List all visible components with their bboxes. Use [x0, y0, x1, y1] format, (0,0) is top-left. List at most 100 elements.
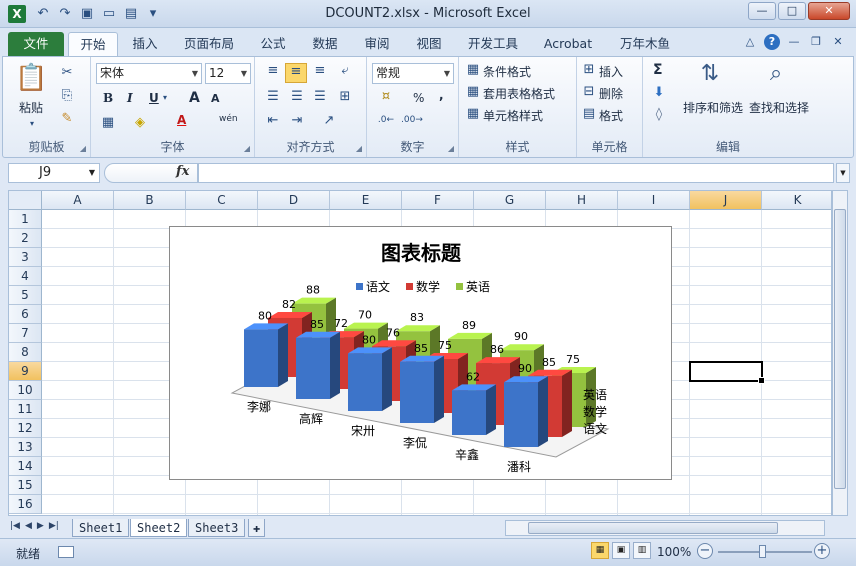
- clear-icon[interactable]: ◊: [651, 107, 667, 122]
- macro-record-icon[interactable]: [58, 546, 74, 558]
- worksheet-grid[interactable]: ABCDEFGHIJK 1 2 3 4 5 6 7 8 9 10 11 12 13 14 15 16 图表标题…: [8, 190, 832, 516]
- chart-title[interactable]: 图表标题: [381, 241, 462, 265]
- cell-styles-button[interactable]: 单元格样式: [483, 107, 543, 124]
- number-format-select[interactable]: 常规 ▼: [372, 63, 454, 84]
- comma-button[interactable]: ,: [439, 88, 444, 102]
- currency-icon[interactable]: ¤: [375, 89, 397, 104]
- align-center-icon[interactable]: ☰: [287, 89, 307, 104]
- column-header-e[interactable]: E: [330, 191, 402, 210]
- tab-formulas[interactable]: 公式: [252, 32, 294, 56]
- row-header-13[interactable]: 13: [9, 438, 42, 457]
- borders-icon[interactable]: ▦: [99, 115, 117, 130]
- chart-bar[interactable]: [400, 355, 444, 423]
- orientation-icon[interactable]: ↗: [319, 113, 339, 128]
- tab-insert[interactable]: 插入: [124, 32, 166, 56]
- shrink-font-button[interactable]: A: [211, 92, 220, 105]
- last-sheet-icon[interactable]: ▶|: [49, 521, 59, 531]
- tab-acrobat[interactable]: Acrobat: [536, 32, 600, 56]
- row-header-7[interactable]: 7: [9, 324, 42, 343]
- tab-data[interactable]: 数据: [304, 32, 346, 56]
- column-header-d[interactable]: D: [258, 191, 330, 210]
- paste-icon[interactable]: 📋: [15, 63, 47, 97]
- font-size-select[interactable]: 12 ▼: [205, 63, 251, 84]
- column-header-h[interactable]: H: [546, 191, 618, 210]
- column-header-i[interactable]: I: [618, 191, 690, 210]
- sheet-tab-sheet3[interactable]: Sheet3: [188, 519, 246, 537]
- chart-legend[interactable]: 语文 数学 英语: [356, 279, 490, 294]
- find-select-button[interactable]: 查找和选择: [749, 99, 809, 116]
- chart[interactable]: 图表标题 语文 数学 英语 88 70 83 89 90 75 82 72 76 75 86 85 80 85…: [169, 226, 672, 480]
- font-color-button[interactable]: A: [177, 113, 186, 127]
- align-left-icon[interactable]: ☰: [263, 89, 283, 104]
- column-header-c[interactable]: C: [186, 191, 258, 210]
- zoom-level[interactable]: 100%: [657, 545, 691, 559]
- tab-review[interactable]: 审阅: [356, 32, 398, 56]
- doc-close-icon[interactable]: ✕: [830, 34, 846, 50]
- align-middle-icon[interactable]: ≡: [285, 63, 307, 83]
- autosum-button[interactable]: Σ: [653, 62, 663, 78]
- close-button[interactable]: ✕: [808, 2, 850, 20]
- format-button[interactable]: 格式: [599, 107, 623, 124]
- font-name-select[interactable]: 宋体 ▼: [96, 63, 202, 84]
- chart-bar[interactable]: [244, 323, 288, 387]
- doc-minimize-icon[interactable]: —: [786, 34, 802, 50]
- row-header-6[interactable]: 6: [9, 305, 42, 324]
- expand-formula-bar-icon[interactable]: ▼: [836, 163, 850, 183]
- row-header-14[interactable]: 14: [9, 457, 42, 476]
- vertical-scroll-thumb[interactable]: [834, 209, 846, 489]
- next-sheet-icon[interactable]: ▶: [37, 521, 44, 531]
- name-box[interactable]: J9 ▼: [8, 163, 100, 183]
- normal-view-icon[interactable]: ▦: [591, 542, 609, 559]
- row-header-10[interactable]: 10: [9, 381, 42, 400]
- row-header-5[interactable]: 5: [9, 286, 42, 305]
- tab-file[interactable]: 文件: [8, 32, 64, 56]
- alignment-launcher-icon[interactable]: ◢: [356, 144, 362, 153]
- page-layout-view-icon[interactable]: ▣: [612, 542, 630, 559]
- row-header-11[interactable]: 11: [9, 400, 42, 419]
- row-header-4[interactable]: 4: [9, 267, 42, 286]
- select-all-corner[interactable]: [9, 191, 42, 210]
- column-header-j[interactable]: J: [690, 191, 762, 210]
- insert-sheet-icon[interactable]: ✚: [248, 519, 266, 537]
- fill-icon[interactable]: ⬇: [651, 85, 667, 100]
- number-launcher-icon[interactable]: ◢: [448, 144, 454, 153]
- format-painter-icon[interactable]: ✎: [59, 111, 75, 126]
- wrap-text-icon[interactable]: ⤶: [335, 63, 355, 78]
- increase-decimal-icon[interactable]: .0←: [375, 115, 397, 125]
- tab-wannian-muyu[interactable]: 万年木鱼: [610, 32, 680, 56]
- chart-bar[interactable]: [296, 331, 340, 399]
- chart-bar[interactable]: [504, 376, 548, 447]
- fill-color-icon[interactable]: ◈: [131, 115, 149, 130]
- underline-dropdown-icon[interactable]: ▾: [163, 93, 167, 102]
- merge-center-icon[interactable]: ⊞: [335, 89, 355, 104]
- sheet-tab-sheet2[interactable]: Sheet2: [130, 519, 188, 537]
- row-header-3[interactable]: 3: [9, 248, 42, 267]
- paste-dropdown-icon[interactable]: ▾: [30, 119, 34, 128]
- vertical-scrollbar[interactable]: [832, 190, 848, 516]
- conditional-format-button[interactable]: 条件格式: [483, 63, 531, 80]
- page-break-view-icon[interactable]: ▥: [633, 542, 651, 559]
- row-header-9[interactable]: 9: [9, 362, 42, 381]
- clipboard-launcher-icon[interactable]: ◢: [80, 144, 86, 153]
- underline-button[interactable]: U: [149, 91, 159, 105]
- sheet-tab-sheet1[interactable]: Sheet1: [72, 519, 130, 537]
- cut-icon[interactable]: ✂: [59, 65, 75, 80]
- insert-function-button[interactable]: fx: [176, 164, 189, 179]
- font-launcher-icon[interactable]: ◢: [244, 144, 250, 153]
- format-as-table-button[interactable]: 套用表格格式: [483, 85, 555, 102]
- row-header-2[interactable]: 2: [9, 229, 42, 248]
- align-top-icon[interactable]: ≡: [263, 63, 283, 78]
- column-header-k[interactable]: K: [762, 191, 831, 210]
- copy-icon[interactable]: ⎘: [59, 88, 75, 103]
- first-sheet-icon[interactable]: |◀: [10, 521, 20, 531]
- decrease-decimal-icon[interactable]: .00→: [401, 115, 423, 125]
- tab-view[interactable]: 视图: [408, 32, 450, 56]
- align-right-icon[interactable]: ☰: [310, 89, 330, 104]
- grow-font-button[interactable]: A: [189, 90, 200, 106]
- column-header-f[interactable]: F: [402, 191, 474, 210]
- horizontal-scroll-thumb[interactable]: [528, 522, 778, 534]
- phonetic-button[interactable]: wén: [219, 114, 238, 124]
- doc-restore-icon[interactable]: ❐: [808, 34, 824, 50]
- column-header-b[interactable]: B: [114, 191, 186, 210]
- row-header-1[interactable]: 1: [9, 210, 42, 229]
